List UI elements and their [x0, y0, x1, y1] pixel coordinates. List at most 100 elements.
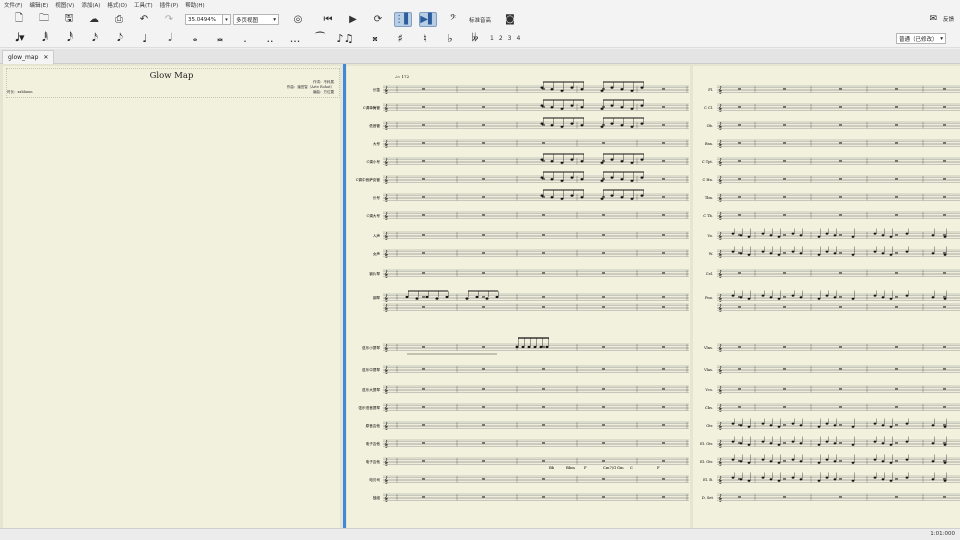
score-canvas[interactable]: Glow Map 作词：不科属 作曲：潘田智（Arte Rohat） 编曲：方位…: [0, 64, 960, 528]
rest: [662, 234, 665, 236]
voice-button[interactable]: 2: [499, 35, 503, 42]
camera-icon[interactable]: ◙: [501, 12, 519, 27]
chevron-down-icon[interactable]: ▾: [223, 14, 231, 25]
staff-label: C调小号: [366, 159, 380, 164]
rest: [662, 88, 665, 90]
note-head: [600, 89, 604, 92]
staff-label: 大号: [373, 141, 381, 146]
note-head: [610, 122, 614, 125]
rest: [839, 406, 842, 408]
save-icon[interactable]: 🖫: [60, 12, 78, 27]
menu-item[interactable]: 文件(F): [4, 1, 22, 9]
rest: [943, 296, 946, 298]
tab-glow-map[interactable]: glow_map ✕: [2, 50, 55, 64]
rest: [839, 178, 842, 180]
rest: [839, 196, 842, 198]
rest: [943, 178, 946, 180]
rest: [542, 424, 545, 426]
accidental-button[interactable]: 𝄪: [365, 31, 385, 46]
tuning-fork-icon[interactable]: 𝄢: [444, 12, 462, 27]
accidental-button[interactable]: ♭: [440, 31, 460, 46]
note-head: [747, 425, 751, 428]
note-head: [630, 125, 634, 128]
duration-button[interactable]: .: [235, 31, 255, 46]
menu-item[interactable]: 添加(A): [81, 1, 100, 9]
rest: [839, 234, 842, 236]
play-icon[interactable]: ▶: [344, 12, 362, 27]
rest: [662, 214, 665, 216]
voice-button[interactable]: 3: [508, 35, 512, 42]
duration-button[interactable]: ...: [285, 31, 305, 46]
note-head: [905, 440, 909, 443]
note-head: [739, 478, 743, 481]
voice-button[interactable]: 1: [490, 35, 494, 42]
duration-button[interactable]: ..: [260, 31, 280, 46]
redo-icon[interactable]: ↷: [160, 12, 178, 27]
upload-cloud-icon[interactable]: ☁: [85, 12, 103, 27]
staff-label: C调大号: [366, 213, 380, 218]
metronome-icon[interactable]: ◎: [289, 12, 307, 27]
rewind-icon[interactable]: ⏮: [319, 12, 337, 27]
note-head: [873, 422, 877, 425]
note-input-mode-icon[interactable]: 𝅘𝅥▾: [10, 31, 30, 46]
note-head: [873, 294, 877, 297]
clef-icon: 𝄞: [384, 343, 388, 353]
menu-item[interactable]: 工具(T): [134, 1, 153, 9]
menu-item[interactable]: 编辑(E): [29, 1, 48, 9]
new-score-icon[interactable]: 🗋: [10, 12, 28, 27]
note-head: [851, 297, 855, 300]
count-in-toggle-icon[interactable]: ▶▌: [419, 12, 437, 27]
menu-item[interactable]: 帮助(H): [185, 1, 204, 9]
chord-symbol: Gm: [617, 465, 624, 470]
rest: [783, 442, 786, 444]
accidental-button[interactable]: 𝄫: [465, 31, 485, 46]
rest: [895, 252, 898, 254]
note-head: [560, 125, 564, 128]
duration-button[interactable]: 𝅘𝅥𝅰: [60, 31, 80, 46]
tie-button[interactable]: ⁀: [310, 31, 330, 46]
metronome-toggle-icon[interactable]: ⋮▌: [394, 12, 412, 27]
layer-select[interactable]: 普通（已修改） ▾: [896, 33, 946, 44]
duration-button[interactable]: 𝅝: [185, 31, 205, 46]
note-head: [761, 458, 765, 461]
note-head: [931, 478, 935, 481]
score-title[interactable]: Glow Map: [3, 71, 340, 81]
close-icon[interactable]: ✕: [43, 54, 48, 61]
note-head: [761, 232, 765, 235]
rest: [943, 496, 946, 498]
accidental-button[interactable]: ♮: [415, 31, 435, 46]
duration-button[interactable]: 𝅜: [210, 31, 230, 46]
note-head: [905, 232, 909, 235]
note-head: [570, 104, 574, 107]
menu-item[interactable]: 格式(O): [107, 1, 127, 9]
duration-button[interactable]: 𝅘𝅥𝅯: [85, 31, 105, 46]
note-head: [817, 425, 821, 428]
tuplet-button[interactable]: ♪♫: [335, 31, 355, 46]
menu-item[interactable]: 视图(V): [55, 1, 74, 9]
staff-label: Vlns.: [703, 346, 713, 350]
rest: [542, 478, 545, 480]
loop-icon[interactable]: ⟳: [369, 12, 387, 27]
undo-icon[interactable]: ↶: [135, 12, 153, 27]
accidental-button[interactable]: ♯: [390, 31, 410, 46]
voice-button[interactable]: 4: [516, 35, 520, 42]
rest: [482, 272, 485, 274]
staff-label: C调中音萨克管: [356, 177, 381, 182]
note-head: [799, 442, 803, 445]
pitch-standard-label[interactable]: 标准音高: [469, 16, 491, 24]
view-mode-select[interactable]: 多页视图 ▾: [233, 14, 279, 25]
print-icon[interactable]: ⎙: [110, 12, 128, 27]
duration-button[interactable]: 𝅗𝅥: [160, 31, 180, 46]
duration-button[interactable]: 𝅘𝅥𝅱: [35, 31, 55, 46]
zoom-input[interactable]: 35.0494%: [185, 14, 223, 25]
duration-button[interactable]: 𝅘𝅥𝅮: [110, 31, 130, 46]
rest: [895, 478, 898, 480]
note-head: [550, 88, 554, 91]
feedback-button[interactable]: ✉ 反馈: [929, 14, 954, 24]
clef-icon: 𝄞: [384, 193, 388, 203]
open-icon[interactable]: 🗀: [35, 12, 53, 27]
note-head: [540, 194, 544, 197]
menu-item[interactable]: 插件(P): [160, 1, 179, 9]
duration-button[interactable]: ♩: [135, 31, 155, 46]
rest: [895, 460, 898, 462]
